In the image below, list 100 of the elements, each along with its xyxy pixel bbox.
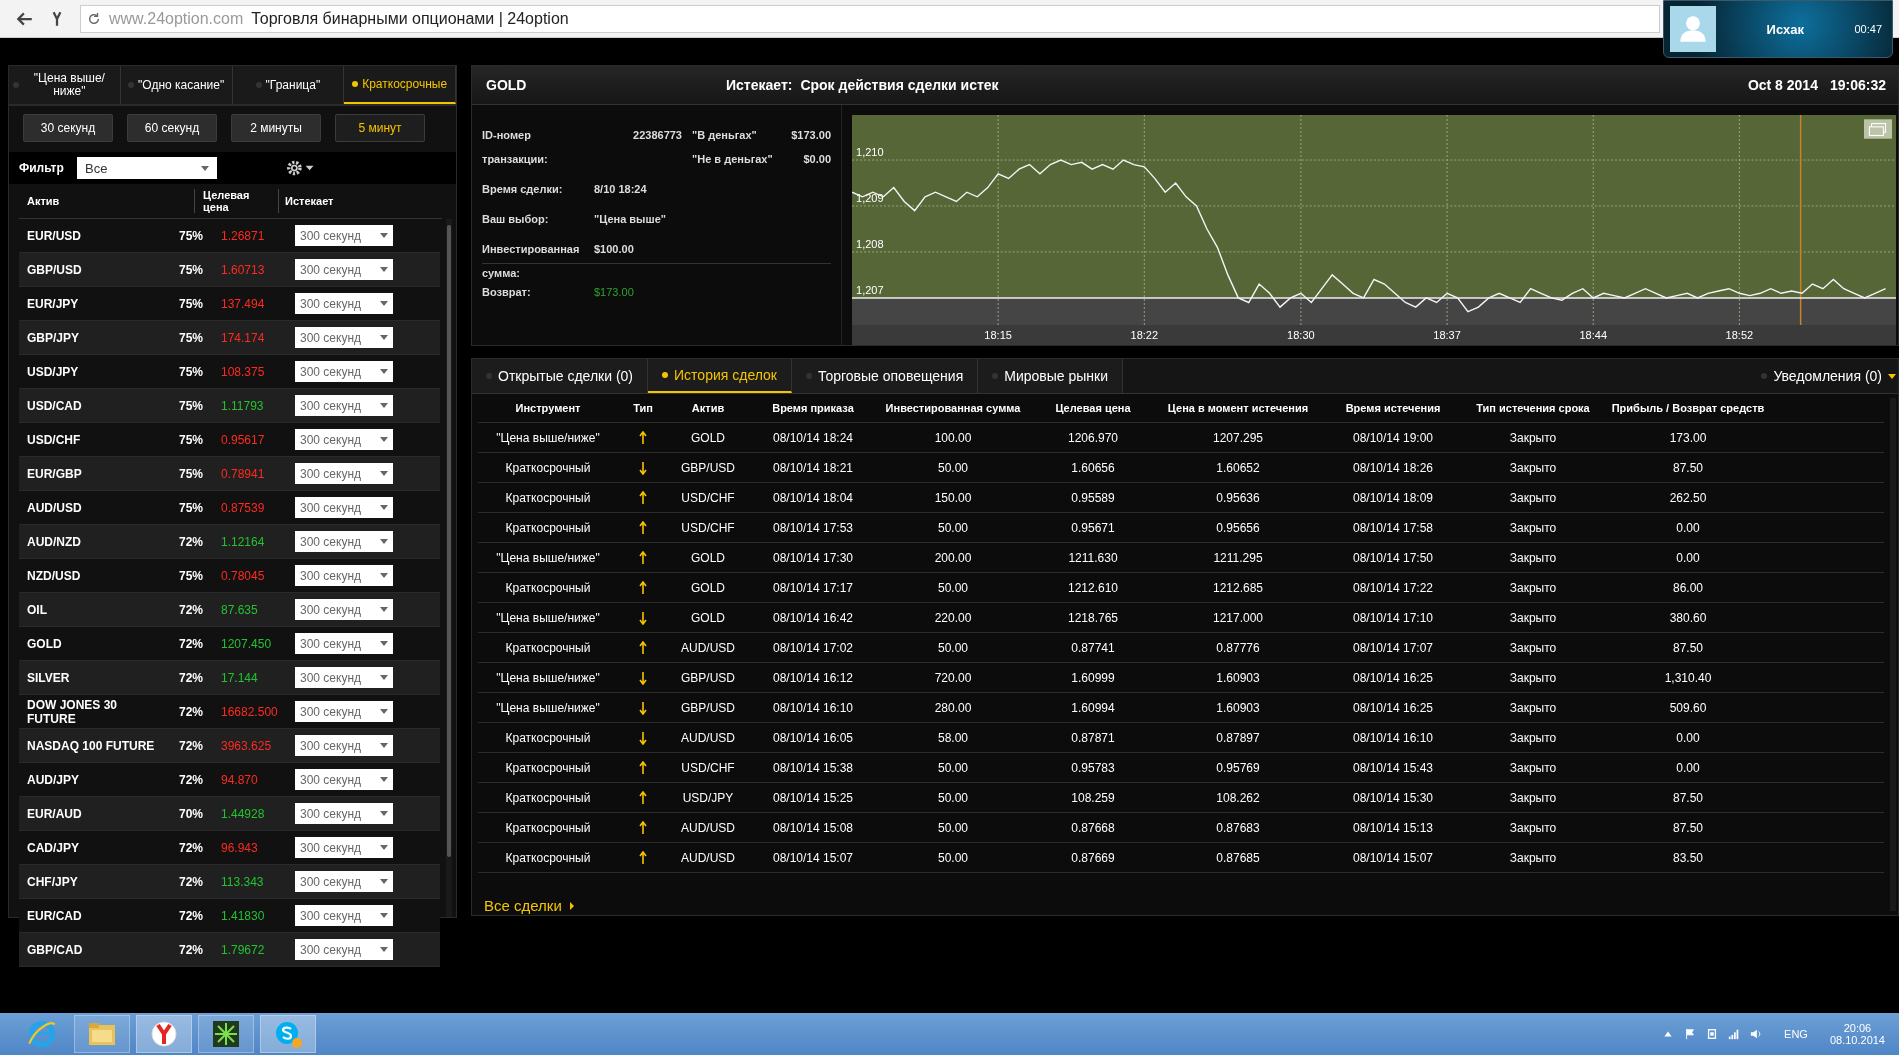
expiry-dropdown[interactable]: 300 секунд bbox=[295, 905, 393, 926]
asset-price: 1.79672 bbox=[220, 942, 266, 957]
asset-name: GBP/JPY bbox=[26, 330, 81, 345]
expiry-dropdown[interactable]: 300 секунд bbox=[295, 293, 393, 314]
duration-button[interactable]: 2 минуты bbox=[231, 114, 321, 142]
duration-button[interactable]: 5 минут bbox=[335, 114, 425, 142]
address-bar[interactable]: www.24option.com Торговля бинарными опционами | 24option bbox=[80, 4, 1660, 33]
asset-price: 16682.500 bbox=[220, 704, 279, 719]
asset-row[interactable]: OIL 72% 87.635 300 секунд bbox=[19, 593, 440, 627]
table-cell-text: AUD/USD bbox=[680, 850, 736, 865]
browser-icon[interactable] bbox=[26, 1018, 58, 1050]
expiry-dropdown[interactable]: 300 секунд bbox=[295, 531, 393, 552]
signal-icon[interactable] bbox=[1728, 1028, 1741, 1040]
expiry-dropdown[interactable]: 300 секунд bbox=[295, 735, 393, 756]
asset-price: 0.87539 bbox=[220, 500, 266, 515]
speaker-icon[interactable] bbox=[1750, 1028, 1763, 1040]
expiry-dropdown[interactable]: 300 секунд bbox=[295, 871, 393, 892]
table-cell-text: 50.00 bbox=[937, 820, 969, 835]
asset-name: EUR/JPY bbox=[26, 296, 80, 311]
expiry-dropdown[interactable]: 300 секунд bbox=[295, 497, 393, 518]
asset-row[interactable]: SILVER 72% 17.144 300 секунд bbox=[19, 661, 440, 695]
table-cell-text: 380.60 bbox=[1668, 610, 1708, 625]
asset-row[interactable]: GBP/USD 75% 1.60713 300 секунд bbox=[19, 253, 440, 287]
asset-row[interactable]: AUD/NZD 72% 1.12164 300 секунд bbox=[19, 525, 440, 559]
table-cell-text: 1212.685 bbox=[1211, 580, 1265, 595]
table-cell-text: "Цена выше/ниже" bbox=[495, 550, 601, 565]
window-icon[interactable] bbox=[1864, 119, 1892, 139]
table-cell-text: 08/10/14 18:09 bbox=[1351, 490, 1435, 505]
asset-row[interactable]: GBP/CAD 72% 1.79672 300 секунд bbox=[19, 933, 440, 967]
notifications-tab[interactable]: Уведомления (0) bbox=[1747, 359, 1898, 393]
option-type-tab[interactable]: "Одно касание" bbox=[120, 66, 233, 104]
duration-button[interactable]: 60 секунд bbox=[127, 114, 217, 142]
option-type-tab[interactable]: "Граница" bbox=[232, 66, 345, 104]
notification-popup[interactable]: Исхак 00:47 bbox=[1663, 0, 1893, 58]
table-cell-text: 0.95656 bbox=[1215, 520, 1261, 535]
history-tab[interactable]: История сделок bbox=[648, 359, 792, 393]
column-header: Инвестированная сумма bbox=[884, 402, 1022, 414]
expiry-dropdown[interactable]: 300 секунд bbox=[295, 701, 393, 722]
asset-name: USD/JPY bbox=[26, 364, 80, 379]
expiry-dropdown[interactable]: 300 секунд bbox=[295, 395, 393, 416]
option-type-tab[interactable]: "Цена выше/ ниже" bbox=[9, 66, 121, 104]
history-tab[interactable]: Мировые рынки bbox=[978, 359, 1123, 393]
table-cell-text: 1.60903 bbox=[1215, 670, 1261, 685]
expiry-dropdown[interactable]: 300 секунд bbox=[295, 225, 393, 246]
table-cell-text: 08/10/14 17:22 bbox=[1351, 580, 1435, 595]
table-cell-text: 0.87776 bbox=[1215, 640, 1261, 655]
all-trades-link[interactable]: Все сделки bbox=[484, 897, 574, 914]
table-cell-text: Закрыто bbox=[1508, 850, 1558, 865]
expiry-dropdown[interactable]: 300 секунд bbox=[295, 599, 393, 620]
asset-row[interactable]: USD/CAD 75% 1.11793 300 секунд bbox=[19, 389, 440, 423]
filter-label: Фильтр bbox=[19, 161, 65, 175]
table-cell-text: GBP/USD bbox=[680, 700, 736, 715]
expiry-dropdown[interactable]: 300 секунд bbox=[295, 837, 393, 858]
asset-row[interactable]: GBP/JPY 75% 174.174 300 секунд bbox=[19, 321, 440, 355]
flag-icon[interactable] bbox=[1684, 1028, 1697, 1040]
payout-percent: 70% bbox=[177, 806, 204, 821]
asset-row[interactable]: NASDAQ 100 FUTURE 72% 3963.625 300 секунд bbox=[19, 729, 440, 763]
filter-dropdown[interactable]: Все bbox=[77, 157, 217, 179]
up-arrow-icon bbox=[639, 520, 647, 535]
table-cell-text: USD/JPY bbox=[681, 790, 735, 805]
payout-percent: 72% bbox=[177, 670, 204, 685]
table-cell-text: Краткосрочный bbox=[504, 790, 592, 805]
option-type-tab[interactable]: Краткосрочные bbox=[344, 66, 456, 104]
expiry-dropdown[interactable]: 300 секунд bbox=[295, 633, 393, 654]
expiry-dropdown[interactable]: 300 секунд bbox=[295, 429, 393, 450]
expiry-dropdown[interactable]: 300 секунд bbox=[295, 463, 393, 484]
table-cell-text: 0.95783 bbox=[1070, 760, 1116, 775]
taskbar-button[interactable] bbox=[136, 1015, 192, 1053]
expiry-dropdown[interactable]: 300 секунд bbox=[295, 939, 393, 960]
table-cell-text: Краткосрочный bbox=[504, 730, 592, 745]
expiry-dropdown[interactable]: 300 секунд bbox=[295, 327, 393, 348]
table-cell-text: 1207.295 bbox=[1211, 430, 1265, 445]
avatar-icon bbox=[1670, 6, 1716, 52]
settings-icon[interactable] bbox=[285, 159, 315, 177]
expiry-dropdown[interactable]: 300 секунд bbox=[295, 259, 393, 280]
column-header: Время приказа bbox=[771, 402, 855, 414]
asset-price: 1.11793 bbox=[220, 398, 265, 413]
expiry-dropdown[interactable]: 300 секунд bbox=[295, 667, 393, 688]
table-cell-text: Краткосрочный bbox=[504, 490, 592, 505]
taskbar-button[interactable] bbox=[198, 1015, 254, 1053]
asset-row[interactable]: EUR/AUD 70% 1.44928 300 секунд bbox=[19, 797, 440, 831]
table-cell-text: 08/10/14 16:12 bbox=[771, 670, 855, 685]
table-cell-text: GBP/USD bbox=[680, 460, 736, 475]
table-cell-text: 1.60652 bbox=[1215, 460, 1261, 475]
table-cell-text: 08/10/14 15:38 bbox=[771, 760, 855, 775]
asset-row[interactable]: EUR/GBP 75% 0.78941 300 секунд bbox=[19, 457, 440, 491]
device-icon[interactable] bbox=[1706, 1028, 1719, 1040]
duration-button[interactable]: 30 секунд bbox=[23, 114, 113, 142]
expiry-dropdown[interactable]: 300 секунд bbox=[295, 361, 393, 382]
expiry-dropdown[interactable]: 300 секунд bbox=[295, 803, 393, 824]
history-tab[interactable]: Открытые сделки (0) bbox=[472, 359, 649, 393]
asset-row[interactable]: CHF/JPY 72% 113.343 300 секунд bbox=[19, 865, 440, 899]
scrollbar[interactable] bbox=[446, 219, 452, 917]
expiry-dropdown[interactable]: 300 секунд bbox=[295, 565, 393, 586]
contact-name: Исхак bbox=[1765, 21, 1805, 37]
reload-icon[interactable] bbox=[87, 11, 101, 26]
expiry-dropdown[interactable]: 300 секунд bbox=[295, 769, 393, 790]
history-tab[interactable]: Торговые оповещения bbox=[791, 359, 979, 393]
table-cell-text: 0.87871 bbox=[1070, 730, 1116, 745]
detail-label: Ваш выбор: bbox=[482, 212, 550, 227]
